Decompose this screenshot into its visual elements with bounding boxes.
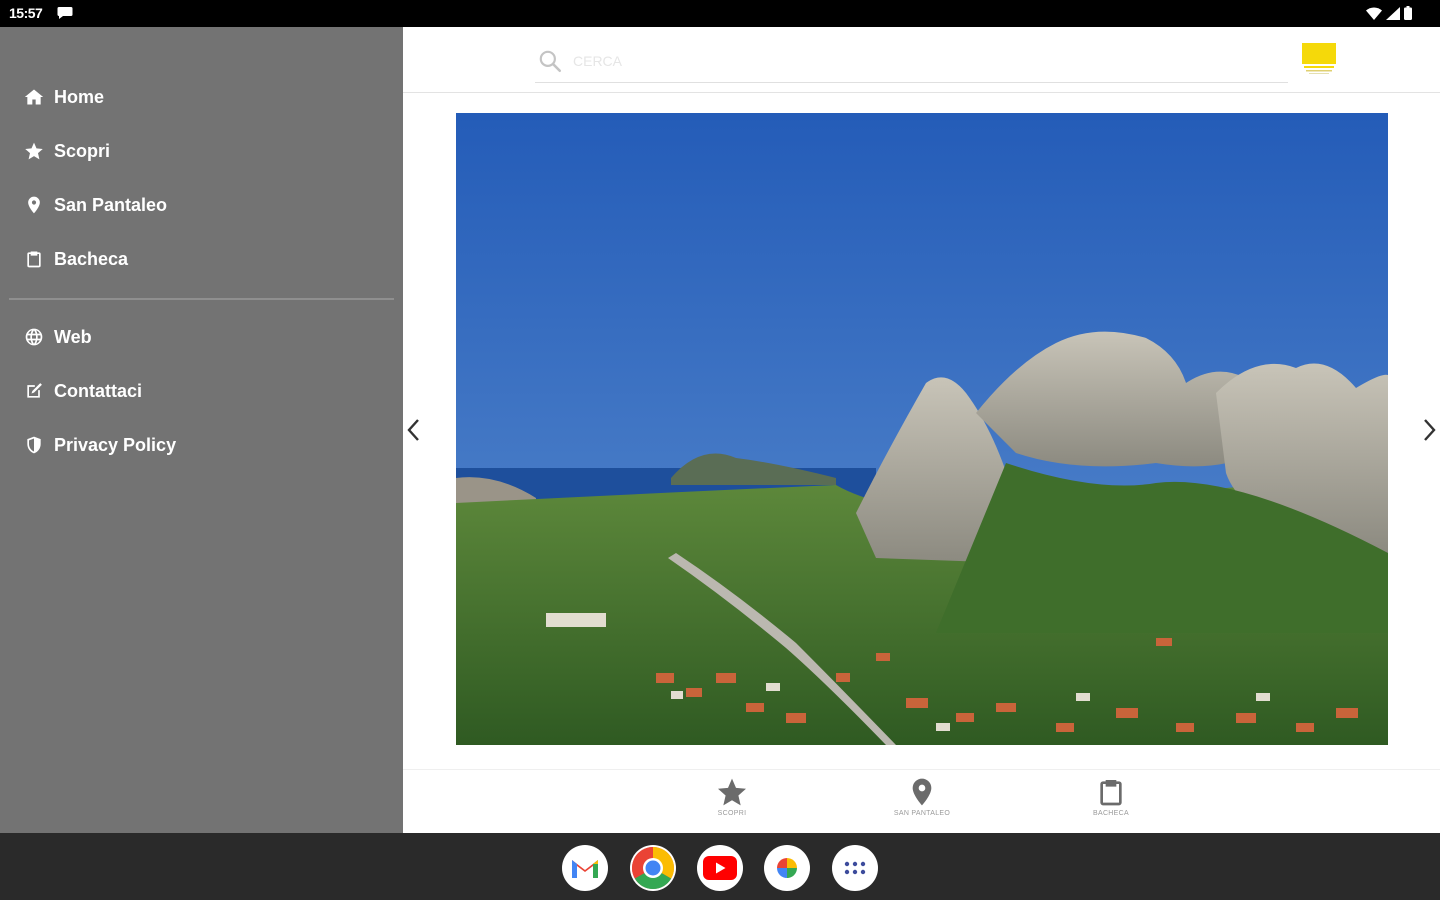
landscape-photo [456, 113, 1388, 745]
bottom-nav-label: SCOPRI [717, 810, 747, 817]
status-time: 15:57 [9, 5, 43, 21]
status-bar: 15:57 [0, 0, 1440, 27]
shield-icon [27, 436, 41, 454]
map-pin-icon [28, 196, 40, 214]
photos-icon [777, 858, 797, 878]
chrome-app[interactable] [630, 845, 676, 891]
home-icon [24, 89, 44, 105]
drawer-item-label: Contattaci [54, 380, 143, 401]
drawer-item-label: Bacheca [54, 248, 129, 269]
drawer-item-home[interactable]: Home [24, 82, 104, 112]
app-drawer-button[interactable] [832, 845, 878, 891]
chevron-left-icon [407, 419, 419, 441]
search-input[interactable] [573, 52, 1173, 69]
drawer-item-privacy-policy[interactable]: Privacy Policy [24, 430, 176, 460]
battery-icon [1404, 6, 1412, 20]
drawer-divider [9, 298, 394, 300]
photos-app[interactable] [764, 845, 810, 891]
drawer-item-label: Home [54, 86, 105, 107]
globe-icon [25, 328, 43, 346]
drawer-item-san-pantaleo[interactable]: San Pantaleo [24, 190, 167, 220]
chrome-icon [631, 847, 675, 890]
carousel-image[interactable] [456, 113, 1388, 745]
edit-icon [27, 383, 42, 398]
bottom-nav-label: BACHECA [1093, 810, 1129, 817]
search-bar[interactable] [535, 39, 1288, 83]
clipboard-icon [27, 251, 41, 268]
app-logo[interactable] [1302, 43, 1336, 77]
drawer-item-web[interactable]: Web [24, 322, 92, 352]
signal-icon [1386, 6, 1400, 20]
drawer-item-label: Scopri [54, 140, 111, 161]
drawer-item-contattaci[interactable]: Contattaci [24, 376, 142, 406]
bottom-nav-scopri[interactable]: SCOPRI [682, 776, 782, 817]
carousel-prev-arrow[interactable] [404, 417, 424, 443]
message-notification-icon [57, 7, 73, 19]
bottom-nav-san-pantaleo[interactable]: SAN PANTALEO [872, 776, 972, 817]
app-header [403, 27, 1440, 93]
star-icon [25, 142, 43, 160]
drawer-item-label: Web [54, 326, 92, 347]
gmail-icon [572, 860, 598, 878]
drawer-item-scopri[interactable]: Scopri [24, 136, 110, 166]
drawer-item-bacheca[interactable]: Bacheca [24, 244, 128, 274]
search-icon [539, 50, 562, 72]
carousel-next-arrow[interactable] [1419, 417, 1439, 443]
taskbar [0, 833, 1440, 900]
bottom-navigation: SCOPRI SAN PANTALEO BACHECA [403, 769, 1440, 833]
main-content: SCOPRI SAN PANTALEO BACHECA [403, 27, 1440, 833]
wifi-icon [1366, 7, 1382, 20]
bottom-nav-bacheca[interactable]: BACHECA [1061, 776, 1161, 817]
star-icon [718, 778, 746, 806]
chevron-right-icon [1424, 419, 1436, 441]
navigation-drawer: Home Scopri San Pantaleo Bacheca Web Con… [0, 27, 403, 833]
app-drawer-icon [844, 861, 866, 875]
drawer-item-label: Privacy Policy [54, 434, 177, 455]
clipboard-icon [1100, 780, 1122, 806]
map-pin-icon [912, 778, 932, 806]
youtube-app[interactable] [697, 845, 743, 891]
drawer-item-label: San Pantaleo [54, 194, 168, 215]
youtube-icon [703, 856, 737, 880]
bottom-nav-label: SAN PANTALEO [893, 810, 951, 817]
gmail-app[interactable] [562, 845, 608, 891]
